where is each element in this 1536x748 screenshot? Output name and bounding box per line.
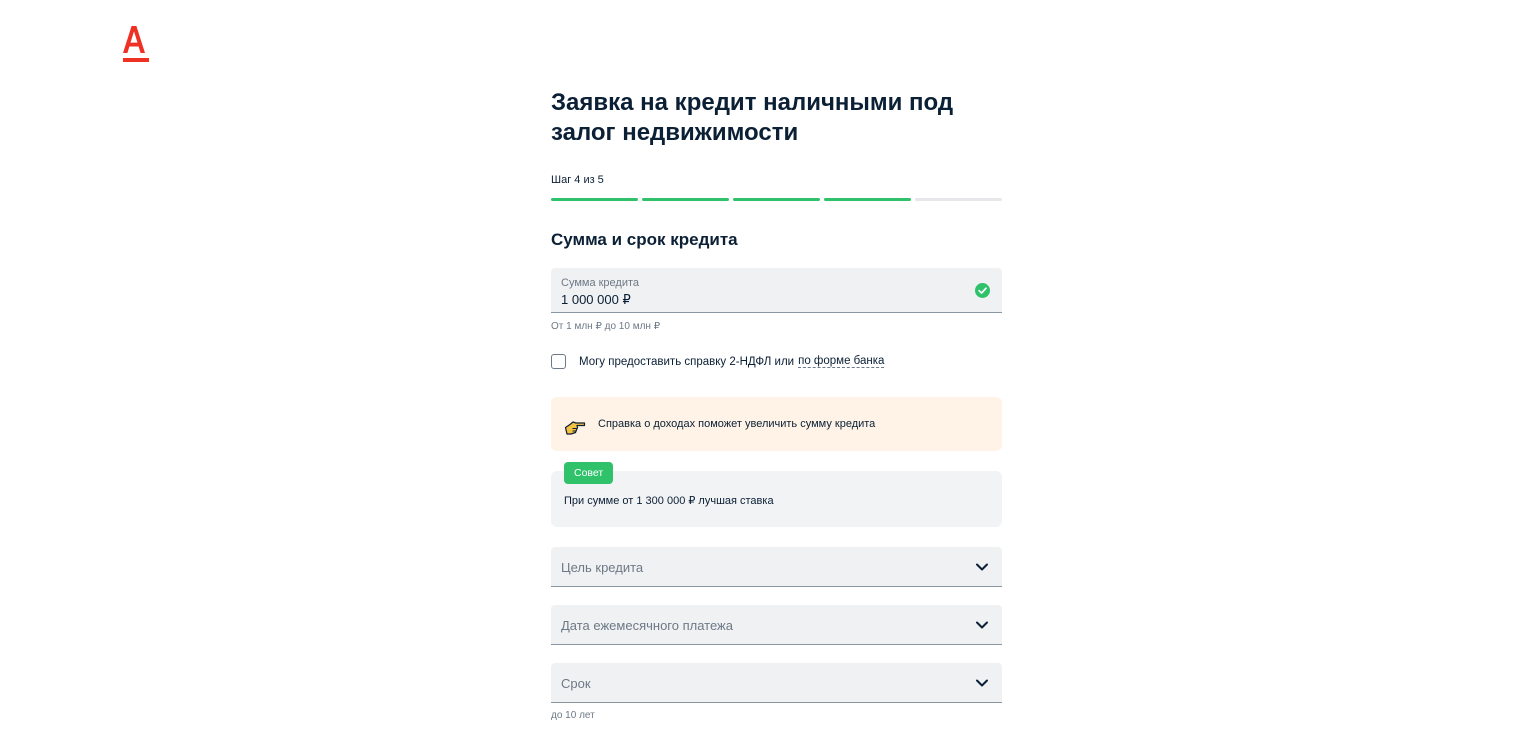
application-form: Заявка на кредит наличными под залог нед…	[551, 88, 1002, 721]
step-indicator: Шаг 4 из 5	[551, 174, 604, 186]
check-circle-icon	[975, 283, 990, 298]
loan-amount-hint: От 1 млн ₽ до 10 млн ₽	[551, 321, 661, 332]
progress-segment-2	[642, 198, 729, 201]
progress-segment-5	[915, 198, 1002, 201]
chevron-down-icon	[976, 679, 988, 687]
page-title: Заявка на кредит наличными под залог нед…	[551, 89, 954, 146]
income-info-text: Справка о доходах поможет увеличить сумм…	[598, 418, 876, 430]
tip-card: Совет При сумме от 1 300 000 ₽ лучшая ст…	[551, 462, 1002, 527]
pointing-hand-icon	[564, 421, 586, 435]
payment-date-placeholder: Дата ежемесячного платежа	[561, 618, 733, 633]
tip-badge: Совет	[564, 462, 614, 484]
progress-bar	[551, 198, 1002, 201]
loan-purpose-placeholder: Цель кредита	[561, 560, 644, 575]
loan-term-hint: до 10 лет	[551, 710, 595, 721]
tip-text: При сумме от 1 300 000 ₽ лучшая ставка	[564, 495, 774, 507]
payment-date-select[interactable]: Дата ежемесячного платежа	[551, 605, 1002, 645]
income-certificate-label: Могу предоставить справку 2-НДФЛ или	[579, 355, 795, 368]
progress-segment-3	[733, 198, 820, 201]
loan-purpose-select[interactable]: Цель кредита	[551, 547, 1002, 587]
bank-form-link[interactable]: по форме банка	[798, 355, 885, 368]
income-certificate-option[interactable]: Могу предоставить справку 2-НДФЛ или по …	[551, 354, 885, 369]
loan-amount-input[interactable]: Сумма кредита 1 000 000 ₽	[551, 268, 1002, 313]
income-info-banner: Справка о доходах поможет увеличить сумм…	[551, 397, 1002, 451]
section-title: Сумма и срок кредита	[551, 230, 738, 249]
alfa-bank-logo-icon[interactable]	[122, 24, 150, 64]
progress-segment-4	[824, 198, 911, 201]
income-certificate-checkbox[interactable]	[551, 354, 566, 369]
loan-amount-label: Сумма кредита	[561, 277, 640, 289]
loan-amount-value[interactable]: 1 000 000 ₽	[561, 292, 631, 308]
loan-term-select[interactable]: Срок	[551, 663, 1002, 703]
progress-segment-1	[551, 198, 638, 201]
loan-term-placeholder: Срок	[561, 676, 591, 691]
chevron-down-icon	[976, 621, 988, 629]
chevron-down-icon	[976, 563, 988, 571]
